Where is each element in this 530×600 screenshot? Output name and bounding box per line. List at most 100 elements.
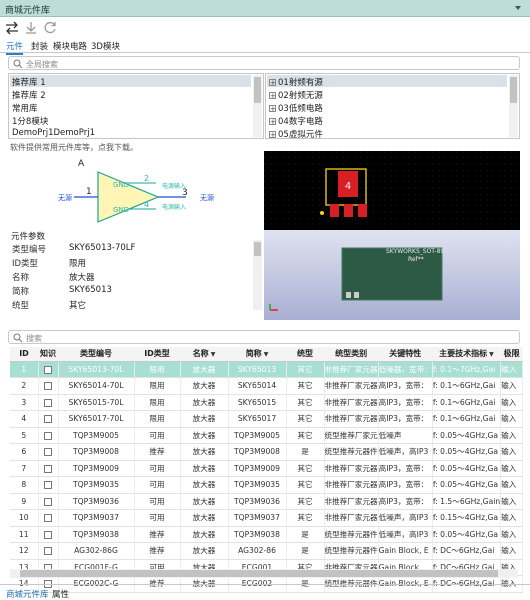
expand-icon[interactable]: + <box>269 105 276 113</box>
global-search-input[interactable]: 全局搜索 <box>8 56 520 70</box>
category-item[interactable]: +02射频无源 <box>269 89 323 101</box>
knowledge-checkbox[interactable] <box>44 514 52 523</box>
column-header-main-specs[interactable]: 主要技术指标 ▼ <box>432 347 501 362</box>
cell-type-code: SKY65014-70L <box>58 377 135 395</box>
library-item[interactable]: 常用库 <box>12 102 38 114</box>
knowledge-checkbox[interactable] <box>44 530 52 539</box>
table-row[interactable]: 3 SKY65015-70L 限用 放大器 SKY65015 其它 非推荐厂家元器 高IP3，… <box>10 394 524 411</box>
knowledge-checkbox[interactable] <box>44 382 52 391</box>
table-row[interactable]: 12 AG302-86G 推荐 放大器 AG302-86 是统型推荐元器件 Gain Blo… <box>10 542 524 560</box>
expand-icon[interactable]: + <box>269 79 276 87</box>
cell-name: 放大器 <box>180 443 229 461</box>
tab-mall-library[interactable]: 商城元件库 <box>6 588 49 600</box>
column-header-id[interactable]: ID <box>10 347 38 362</box>
column-header-key-features[interactable]: 关键特性 <box>378 347 433 362</box>
param-value: 限用 <box>69 259 87 269</box>
table-row[interactable]: 1 SKY65013-70L 限用 放大器 SKY65013 其它 非推荐厂家元器 低噪器，宽… <box>10 361 524 378</box>
params-scrollbar[interactable] <box>253 240 262 310</box>
cell-type-code: TQP3M9037 <box>58 509 135 527</box>
table-row[interactable]: 7 TQP3M9009 可用 放大器 TQP3M9009 其它 非推荐厂家元器 高IP3，宽带… <box>10 460 524 477</box>
download-icon[interactable] <box>23 20 39 36</box>
table-row[interactable]: 4 SKY65017-70L 限用 放大器 SKY65017 其它 非推荐厂家元器 高IP3，… <box>10 410 524 428</box>
tab-module-circuits[interactable]: 模块电路 <box>53 40 87 52</box>
cell-short-name: SKY65013 <box>228 361 287 378</box>
params-scroll-thumb[interactable] <box>254 242 261 256</box>
column-header-unify-category[interactable]: 统型类别 <box>324 347 379 362</box>
library-scroll-thumb[interactable] <box>254 77 261 103</box>
cell-key-features: 低噪声，高IP3 <box>378 443 433 461</box>
column-header-name[interactable]: 名称 ▼ <box>180 347 228 362</box>
knowledge-checkbox[interactable] <box>44 547 52 556</box>
cell-unify-type: 是 <box>286 443 325 461</box>
category-item[interactable]: +03低频电路 <box>269 102 323 114</box>
column-header-type-code[interactable]: 类型编号 <box>58 347 134 362</box>
cell-key-features: 低噪声，高IP3 <box>378 509 433 527</box>
column-header-short-name[interactable]: 简称 ▼ <box>228 347 286 362</box>
table-horizontal-scrollbar[interactable] <box>10 569 518 578</box>
param-key: 名称 <box>12 273 30 283</box>
cell-type-code: TQP3M9035 <box>58 476 135 494</box>
column-header-id-type[interactable]: ID类型 <box>134 347 180 362</box>
cell-id: 3 <box>10 394 39 411</box>
category-item[interactable]: +01射频有源 <box>269 76 323 88</box>
cell-knowledge <box>38 443 59 461</box>
category-scroll-thumb[interactable] <box>510 77 517 103</box>
table-row[interactable]: 5 TQP3M9005 可用 放大器 TQP3M9005 其它 统型推荐厂家元 低噪声 f: 0… <box>10 427 524 444</box>
power-input-bottom-label: 电源输入 <box>162 203 186 211</box>
filter-icon: ▼ <box>263 351 269 359</box>
cell-id-type: 可用 <box>134 427 181 444</box>
table-scroll-thumb[interactable] <box>20 570 498 577</box>
table-row[interactable]: 8 TQP3M9035 可用 放大器 TQP3M9035 其它 非推荐厂家元器 高IP3，宽带… <box>10 476 524 494</box>
knowledge-checkbox[interactable] <box>44 481 52 490</box>
cell-unify-type: 其它 <box>286 394 325 411</box>
refresh-icon[interactable] <box>42 20 58 36</box>
cell-id-type: 可用 <box>134 493 181 510</box>
library-item[interactable]: 推荐库 1 <box>12 76 46 88</box>
component-search-input[interactable]: 搜索 <box>8 330 520 344</box>
table-row[interactable]: 6 TQP3M9008 推荐 放大器 TQP3M9008 是统型推荐元器件 低噪声，高IP3… <box>10 443 524 461</box>
pin4-number: 4 <box>144 200 149 209</box>
column-header-limit[interactable]: 极限 <box>500 347 523 362</box>
tab-properties[interactable]: 属性 <box>52 588 69 600</box>
expand-icon[interactable]: + <box>269 118 276 126</box>
tab-3d-models[interactable]: 3D模块 <box>91 40 120 52</box>
cell-short-name: TQP3M9037 <box>228 509 287 527</box>
knowledge-checkbox[interactable] <box>44 398 52 407</box>
cell-knowledge <box>38 460 59 477</box>
cell-limit: 输入 <box>500 476 524 494</box>
expand-icon[interactable]: + <box>269 131 276 138</box>
knowledge-checkbox[interactable] <box>44 464 52 473</box>
model-3d-ref: Ref** <box>408 256 424 263</box>
knowledge-checkbox[interactable] <box>44 431 52 440</box>
knowledge-checkbox[interactable] <box>44 497 52 506</box>
tab-footprints[interactable]: 封装 <box>31 40 48 52</box>
knowledge-checkbox[interactable] <box>44 448 52 457</box>
library-item[interactable]: 推荐库 2 <box>12 89 46 101</box>
expand-icon[interactable]: + <box>269 92 276 100</box>
cell-id: 5 <box>10 427 39 444</box>
cell-main-specs: f: 1.5～6GHz,Gain <box>432 493 502 510</box>
cell-main-specs: f: 0.05～4GHz,Ga <box>432 460 502 477</box>
library-item[interactable]: DemoPrj1DemoPrj1 <box>12 128 95 138</box>
cell-id: 8 <box>10 476 39 494</box>
library-item[interactable]: 1分8模块 <box>12 115 48 127</box>
table-row[interactable]: 10 TQP3M9037 可用 放大器 TQP3M9037 其它 非推荐厂家元器 低噪声，高I… <box>10 509 524 527</box>
library-scrollbar[interactable] <box>253 75 262 137</box>
tab-components[interactable]: 元件 <box>6 40 24 55</box>
swap-icon[interactable] <box>4 20 20 36</box>
cell-id: 9 <box>10 493 39 510</box>
pin-icon[interactable] <box>512 2 524 14</box>
cell-id-type: 推荐 <box>134 526 181 543</box>
cell-limit: 输入 <box>500 361 524 378</box>
knowledge-checkbox[interactable] <box>44 365 52 374</box>
table-row[interactable]: 11 TQP3M9038 推荐 放大器 TQP3M9038 是统型推荐元器件 低噪声，高IP… <box>10 526 524 543</box>
category-item[interactable]: +05虚拟元件 <box>269 128 323 138</box>
column-header-knowledge[interactable]: 知识 <box>38 347 58 362</box>
category-item[interactable]: +04数字电路 <box>269 115 323 127</box>
knowledge-checkbox[interactable] <box>44 415 52 424</box>
cell-short-name: TQP3M9009 <box>228 460 287 477</box>
table-row[interactable]: 9 TQP3M9036 可用 放大器 TQP3M9036 其它 非推荐厂家元器 高IP3，宽带… <box>10 493 524 510</box>
column-header-unify-type[interactable]: 统型 <box>286 347 324 362</box>
category-scrollbar[interactable] <box>509 75 518 137</box>
table-row[interactable]: 2 SKY65014-70L 限用 放大器 SKY65014 其它 非推荐厂家元器 高IP3，… <box>10 377 524 395</box>
